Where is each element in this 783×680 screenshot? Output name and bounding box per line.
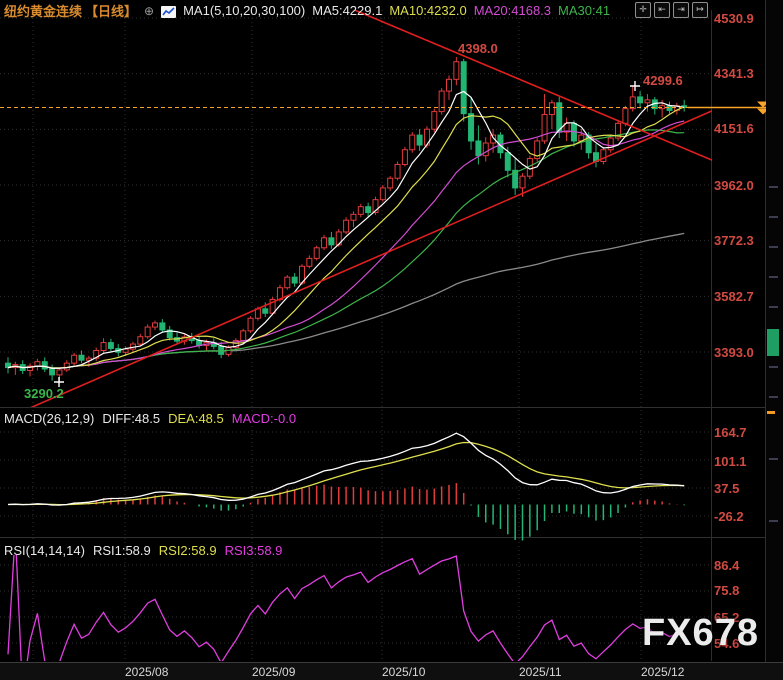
price-tick: 3772.3 (714, 233, 754, 248)
mini-chart-icon[interactable] (161, 6, 176, 18)
macd-tick: 164.7 (714, 425, 747, 440)
right-edge-strip (766, 0, 783, 680)
price-tick: 4341.3 (714, 66, 754, 81)
watermark: FX678 (642, 612, 759, 655)
date-tick: 2025/11 (519, 665, 562, 679)
date-tick: 2025/10 (382, 665, 425, 679)
period-label[interactable]: 【日线】 (85, 1, 137, 20)
shift-right-icon[interactable]: ↦ (692, 2, 708, 18)
axis-zoom-left-icon[interactable]: ⇤ (654, 2, 670, 18)
rsi-header: RSI(14,14,14) RSI1:58.9 RSI2:58.9 RSI3:5… (4, 543, 282, 558)
macd-tick: -26.2 (714, 509, 744, 524)
macd-params-label: MACD(26,12,9) (4, 411, 94, 426)
chart-canvas[interactable] (0, 0, 783, 680)
add-indicator-icon[interactable]: ⊕ (144, 4, 154, 18)
symbol-name: 纽约黄金连续 (4, 1, 82, 20)
axis-zoom-right-icon[interactable]: ⇥ (673, 2, 689, 18)
trading-chart-app: 纽约黄金连续 【日线】 ⊕ MA1(5,10,20,30,100) MA5:42… (0, 0, 783, 680)
rsi-tick: 86.4 (714, 558, 739, 573)
low-label: 3290.2 (24, 386, 64, 401)
ma30-value: MA30:41 (558, 3, 610, 18)
rsi3-value: RSI3:58.9 (225, 543, 283, 558)
price-tick: 3962.0 (714, 178, 754, 193)
ma-params-label: MA1(5,10,20,30,100) (183, 3, 305, 18)
price-tick: 4151.6 (714, 121, 754, 136)
rsi-params-label: RSI(14,14,14) (4, 543, 85, 558)
price-tick: 3393.0 (714, 345, 754, 360)
macd-header: MACD(26,12,9) DIFF:48.5 DEA:48.5 MACD:-0… (4, 411, 296, 426)
chart-toolbar: ✛ ⇤ ⇥ ↦ (635, 2, 708, 18)
macd-dea-value: DEA:48.5 (168, 411, 224, 426)
ma20-value: MA20:4168.3 (474, 3, 551, 18)
date-axis[interactable]: 2025/08 2025/09 2025/10 2025/11 2025/12 (0, 662, 783, 680)
price-tick: 3582.7 (714, 289, 754, 304)
rsi1-value: RSI1:58.9 (93, 543, 151, 558)
date-tick: 2025/12 (641, 665, 684, 679)
rsi-tick: 75.8 (714, 583, 739, 598)
swing-high-label: 4299.6 (643, 73, 683, 88)
macd-tick: 37.5 (714, 481, 739, 496)
crosshair-icon[interactable]: ✛ (635, 2, 651, 18)
date-tick: 2025/08 (125, 665, 168, 679)
ma5-value: MA5:4229.1 (312, 3, 382, 18)
macd-diff-value: DIFF:48.5 (102, 411, 160, 426)
date-tick: 2025/09 (252, 665, 295, 679)
macd-tick: 101.1 (714, 454, 747, 469)
chart-header: 纽约黄金连续 【日线】 ⊕ MA1(5,10,20,30,100) MA5:42… (4, 1, 610, 20)
price-tick: 4530.9 (714, 11, 754, 26)
strip-orange-mark (767, 411, 775, 414)
macd-value: MACD:-0.0 (232, 411, 296, 426)
peak-high-label: 4398.0 (458, 41, 498, 56)
ma10-value: MA10:4232.0 (389, 3, 466, 18)
strip-green-badge (767, 329, 779, 356)
rsi2-value: RSI2:58.9 (159, 543, 217, 558)
